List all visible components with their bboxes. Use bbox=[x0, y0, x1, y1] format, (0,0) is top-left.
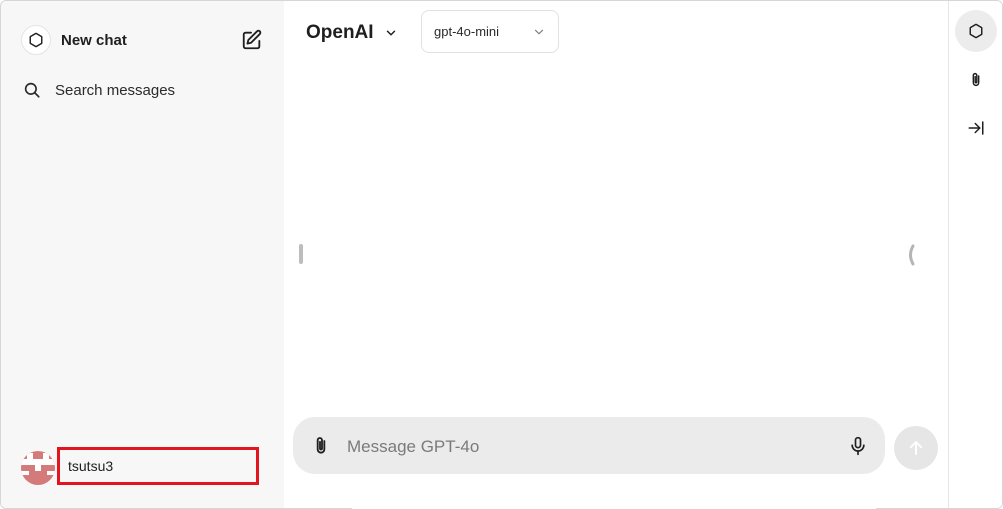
rail-collapse-button[interactable] bbox=[955, 107, 997, 149]
search-messages-button[interactable]: Search messages bbox=[23, 77, 263, 103]
new-chat-label: New chat bbox=[61, 31, 127, 49]
provider-label: OpenAI bbox=[306, 22, 374, 43]
search-messages-label: Search messages bbox=[55, 81, 176, 99]
user-menu[interactable]: tsutsu3 bbox=[21, 447, 266, 487]
search-icon bbox=[24, 82, 40, 98]
avatar bbox=[21, 451, 55, 485]
model-select[interactable]: gpt-4o-mini bbox=[421, 10, 559, 53]
app-window: New chat Search messages tsutsu3 OpenAI … bbox=[0, 0, 1003, 509]
message-input[interactable] bbox=[345, 431, 829, 463]
chevron-down-icon bbox=[386, 30, 395, 36]
collapse-right-icon bbox=[968, 121, 984, 135]
provider-selector[interactable]: OpenAI bbox=[306, 19, 398, 47]
model-select-value: gpt-4o-mini bbox=[434, 24, 500, 39]
chat-main: OpenAI gpt-4o-mini bbox=[284, 1, 948, 508]
edit-icon[interactable] bbox=[238, 26, 266, 54]
username-highlight[interactable]: tsutsu3 bbox=[57, 447, 259, 485]
arrow-up-icon bbox=[909, 441, 923, 455]
send-button[interactable] bbox=[894, 426, 938, 470]
openai-logo-icon bbox=[969, 23, 983, 39]
sidebar: New chat Search messages tsutsu3 bbox=[1, 1, 284, 508]
right-resize-handle[interactable] bbox=[905, 244, 917, 266]
paperclip-icon bbox=[972, 72, 980, 86]
openai-logo-icon bbox=[21, 25, 51, 55]
chevron-down-icon bbox=[534, 29, 544, 34]
microphone-icon[interactable] bbox=[847, 432, 869, 460]
left-resize-handle[interactable] bbox=[299, 244, 303, 264]
right-rail bbox=[948, 1, 1002, 508]
rail-openai-button[interactable] bbox=[955, 10, 997, 52]
new-chat-button[interactable]: New chat bbox=[21, 23, 266, 57]
username: tsutsu3 bbox=[68, 458, 114, 474]
message-composer bbox=[293, 417, 885, 474]
paperclip-icon[interactable] bbox=[309, 433, 333, 459]
rail-attachments-button[interactable] bbox=[955, 59, 997, 101]
